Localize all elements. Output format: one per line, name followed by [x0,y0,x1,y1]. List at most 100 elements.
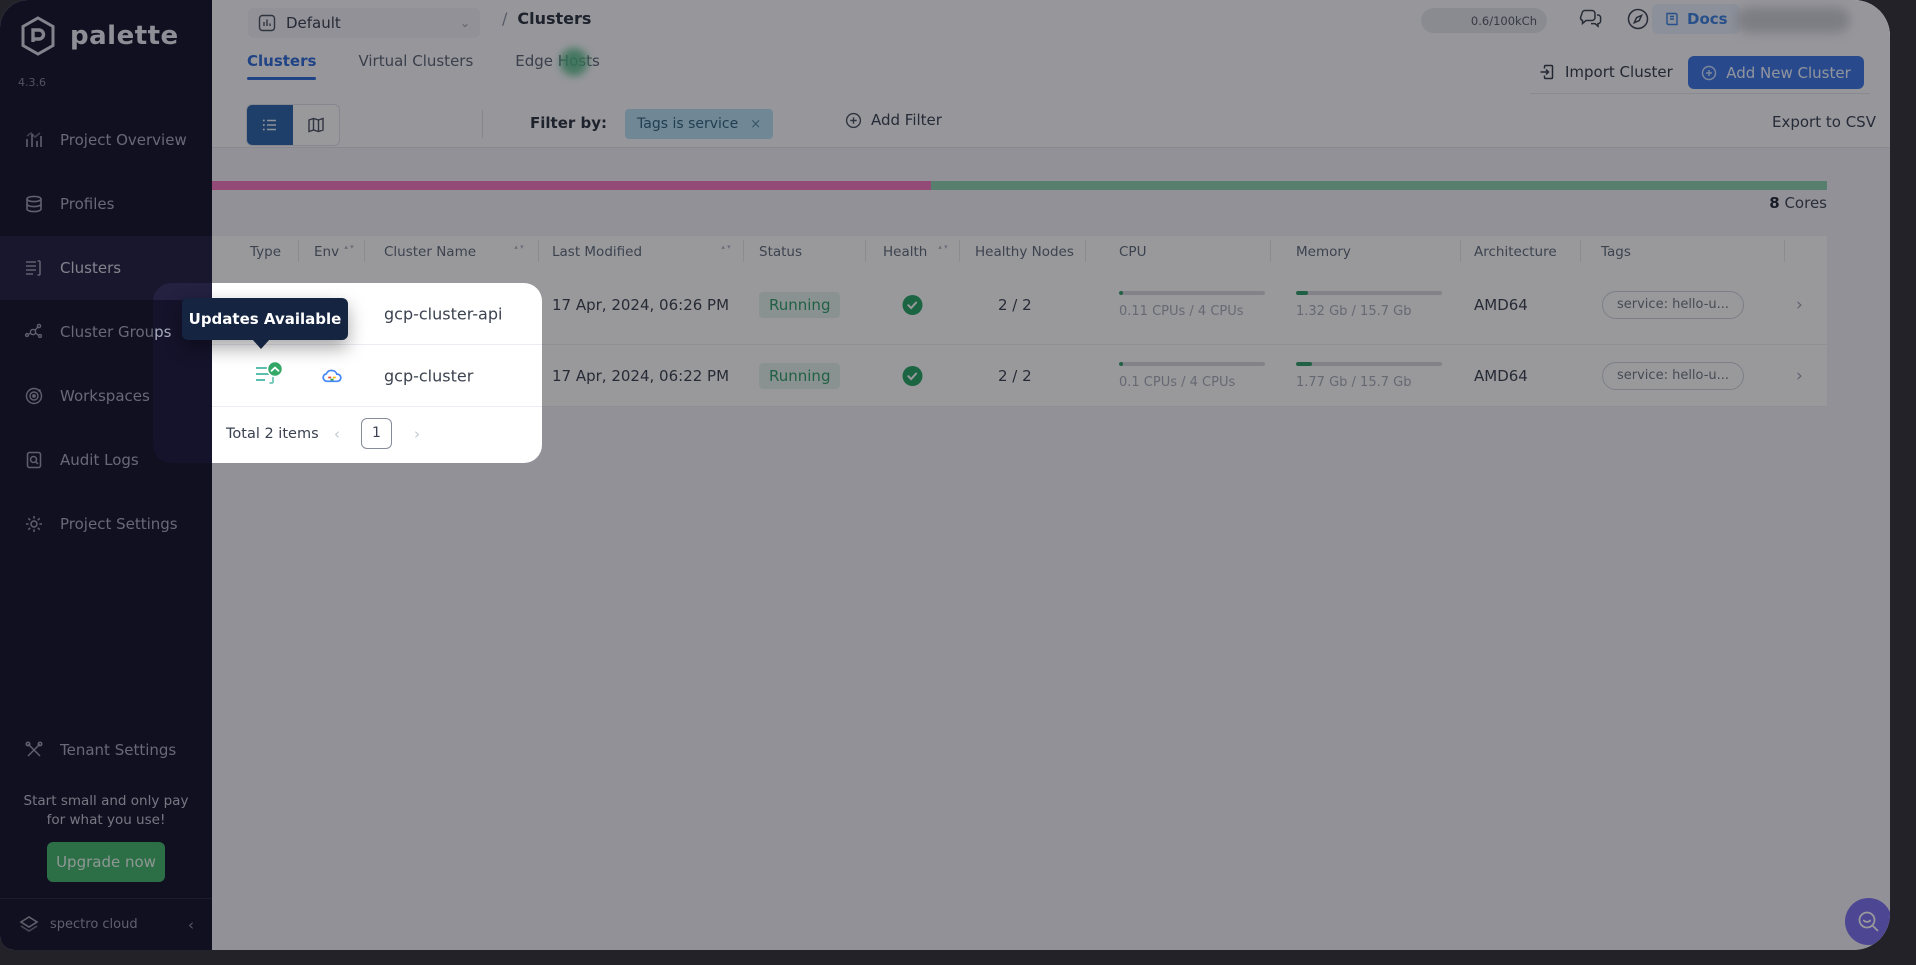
sidebar-item-project-overview[interactable]: Project Overview [0,108,212,172]
add-filter-label: Add Filter [871,111,942,129]
cell-cpu: 0.11 CPUs / 4 CPUs [1119,291,1265,319]
sort-icon[interactable]: ▴ ▾ [938,244,948,250]
sidebar-item-workspaces[interactable]: Workspaces [0,364,212,428]
capacity-bar [212,181,1827,190]
export-to-csv-button[interactable]: Export to CSV [1772,113,1876,131]
palette-logo-icon [16,14,60,58]
add-new-cluster-label: Add New Cluster [1726,64,1851,82]
app-version: 4.3.6 [18,76,46,89]
col-header-cluster-name[interactable]: Cluster Name [384,244,476,260]
add-new-cluster-button[interactable]: Add New Cluster [1688,56,1864,89]
sidebar-item-tenant-settings[interactable]: Tenant Settings [0,722,212,778]
cluster-type-icon-updates[interactable] [252,360,284,392]
cluster-tabs: Clusters Virtual Clusters Edge Hosts [247,52,600,88]
cpu-usage-text: 0.1 CPUs / 4 CPUs [1119,375,1265,390]
health-check-icon [902,365,923,386]
cluster-name[interactable]: gcp-cluster-api [384,304,502,323]
sidebar-item-label: Profiles [60,195,114,213]
chart-icon [24,130,44,150]
sidebar-item-label: Workspaces [60,387,150,405]
gcp-cloud-icon [320,364,344,388]
tab-clusters[interactable]: Clusters [247,52,316,88]
list-view-icon [261,116,279,134]
pagination: Total 2 items ‹ 1 › [212,407,542,463]
list-view-button[interactable] [247,105,293,145]
actions-divider [1530,93,1870,94]
sort-icon[interactable]: ▴ ▾ [721,244,731,250]
upgrade-promo-text: Start small and only pay for what you us… [8,792,204,830]
map-view-icon [307,116,325,134]
cluster-name[interactable]: gcp-cluster [384,366,473,385]
cell-last-modified: 17 Apr, 2024, 06:26 PM [552,296,729,314]
tools-icon [24,740,44,760]
filter-by-label: Filter by: [530,114,607,132]
col-header-env[interactable]: Env [314,244,339,260]
cell-cpu: 0.1 CPUs / 4 CPUs [1119,362,1265,390]
pagination-prev-icon[interactable]: ‹ [334,425,340,443]
pagination-next-icon[interactable]: › [414,425,420,443]
sidebar-collapse-button[interactable]: ‹ [188,916,194,934]
tag-chip[interactable]: service: hello-u... [1602,362,1744,390]
filter-chip-close-icon[interactable]: × [750,117,761,132]
sidebar-item-label: Project Settings [60,515,178,533]
row-chevron-icon[interactable]: › [1796,366,1803,386]
spot-row-gcp-cluster[interactable]: gcp-cluster [212,345,542,407]
row-chevron-icon[interactable]: › [1796,295,1803,315]
assistant-search-fab[interactable] [1845,898,1890,945]
pagination-page-1[interactable]: 1 [361,418,392,449]
user-name-redacted [1736,7,1850,33]
sidebar-item-audit-logs[interactable]: Audit Logs [0,428,212,492]
col-header-healthy-nodes[interactable]: Healthy Nodes [975,244,1074,260]
col-header-architecture[interactable]: Architecture [1474,244,1557,260]
capacity-used-segment [212,181,931,190]
sidebar-footer: spectro cloud ‹ [0,898,212,950]
cell-architecture: AMD64 [1474,367,1528,385]
tag-chip[interactable]: service: hello-u... [1602,291,1744,319]
chat-icon[interactable] [1578,6,1604,32]
cell-healthy-nodes: 2 / 2 [998,367,1032,385]
book-icon [1664,11,1680,27]
sort-icon[interactable]: ▴ ▾ [514,244,524,250]
filter-chip-text: Tags is service [637,116,738,132]
cell-memory: 1.77 Gb / 15.7 Gb [1296,362,1442,390]
col-header-cpu[interactable]: CPU [1119,244,1146,260]
breadcrumb-separator: / [502,9,507,28]
sidebar-item-label: Audit Logs [60,451,139,469]
cell-last-modified: 17 Apr, 2024, 06:22 PM [552,367,729,385]
compass-icon[interactable] [1625,6,1651,32]
sort-icon[interactable]: ▴ ▾ [344,244,354,250]
health-check-icon [902,295,923,316]
sidebar-item-profiles[interactable]: Profiles [0,172,212,236]
upgrade-now-button[interactable]: Upgrade now [47,842,165,882]
tab-virtual-clusters[interactable]: Virtual Clusters [358,52,473,88]
col-header-type[interactable]: Type [250,244,281,260]
sidebar-item-project-settings[interactable]: Project Settings [0,492,212,556]
cell-architecture: AMD64 [1474,296,1528,314]
filter-chip-tags-is-service[interactable]: Tags is service × [625,109,773,139]
map-view-button[interactable] [293,105,339,145]
col-header-status[interactable]: Status [759,244,802,260]
project-chart-icon [258,14,276,32]
col-header-health[interactable]: Health [883,244,927,260]
app-window: palette 4.3.6 Project Overview Profiles … [0,0,1890,950]
sidebar-item-cluster-groups[interactable]: Cluster Groups [0,300,212,364]
docs-link[interactable]: Docs [1652,4,1740,34]
app-title: palette [70,21,179,51]
col-header-memory[interactable]: Memory [1296,244,1351,260]
sidebar-item-label: Project Overview [60,131,187,149]
col-header-last-modified[interactable]: Last Modified [552,244,642,260]
edge-hosts-badge [560,48,588,76]
project-selector[interactable]: Default ⌄ [248,8,480,38]
sidebar-item-clusters[interactable]: Clusters [0,236,212,300]
col-header-tags[interactable]: Tags [1601,244,1631,260]
pagination-total: Total 2 items [226,426,319,442]
spectro-cloud-logo-icon [18,914,40,936]
import-cluster-button[interactable]: Import Cluster [1538,56,1673,88]
plus-circle-icon [1701,65,1717,81]
import-cluster-label: Import Cluster [1565,63,1673,81]
add-filter-button[interactable]: Add Filter [845,111,942,129]
memory-usage-text: 1.77 Gb / 15.7 Gb [1296,375,1442,390]
usage-badge: 0.6/100kCh [1421,8,1547,33]
import-icon [1538,63,1556,81]
layers-icon [24,194,44,214]
